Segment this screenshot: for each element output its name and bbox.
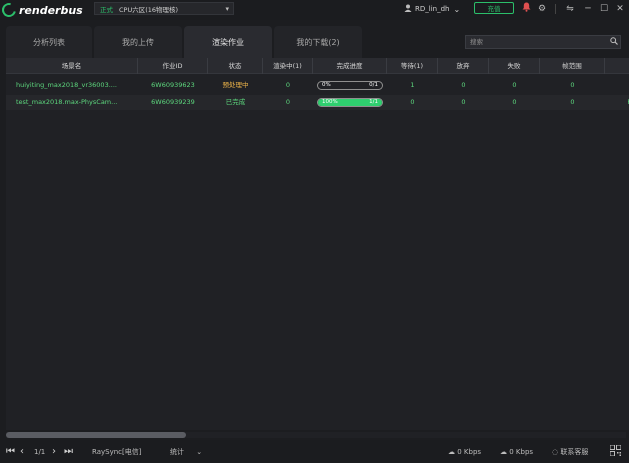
cell-rendering: 0 bbox=[285, 81, 291, 89]
tab-analysis-list[interactable]: 分析列表 bbox=[6, 26, 92, 58]
tab-bar: 分析列表 我的上传 渲染作业 我的下载(2) bbox=[0, 20, 629, 58]
cell-renderer bbox=[605, 78, 629, 93]
table-row[interactable]: test_max2018.max-PhysCam... 6W60939239 已… bbox=[6, 95, 629, 110]
user-name: RD_lin_dh bbox=[415, 5, 450, 13]
progress-bar: 100% 1/1 bbox=[317, 98, 383, 107]
column-header-abandoned[interactable]: 放弃 bbox=[438, 58, 489, 74]
tab-label: 我的上传 bbox=[122, 37, 154, 47]
render-zone-dropdown[interactable]: 正式 CPU六区(16物理核) ▾ bbox=[94, 2, 234, 15]
cell-progress: 0% 0/1 bbox=[313, 78, 387, 93]
recharge-button[interactable]: 充值 bbox=[474, 2, 514, 14]
page-indicator: 1/1 bbox=[34, 448, 46, 456]
close-icon[interactable]: ✕ bbox=[614, 2, 626, 16]
cell-frame-range: 0 bbox=[570, 98, 575, 106]
cell-waiting: 1 bbox=[410, 81, 415, 89]
horizontal-scrollbar[interactable] bbox=[6, 432, 626, 438]
cell-scene: huiyiting_max2018_vr36003.... bbox=[16, 81, 117, 89]
upload-speed-value: 0 Kbps bbox=[457, 448, 482, 456]
progress-bar: 0% 0/1 bbox=[317, 81, 383, 90]
job-table: 场景名 作业ID 状态 渲染中(1) 完成进度 等待(1) 放弃 失败 帧范围 … bbox=[6, 58, 629, 430]
search-icon[interactable] bbox=[608, 37, 620, 47]
column-header-progress[interactable]: 完成进度 bbox=[313, 58, 387, 74]
column-header-rendering[interactable]: 渲染中(1) bbox=[263, 58, 313, 74]
headset-icon: ◌ bbox=[552, 448, 559, 456]
titlebar-divider bbox=[555, 4, 556, 14]
cell-abandoned: 0 bbox=[461, 98, 466, 106]
column-header-job-id[interactable]: 作业ID bbox=[138, 58, 208, 74]
table-header: 场景名 作业ID 状态 渲染中(1) 完成进度 等待(1) 放弃 失败 帧范围 … bbox=[6, 58, 629, 74]
table-row[interactable]: huiyiting_max2018_vr36003.... 6W60939623… bbox=[6, 78, 629, 93]
first-page-icon[interactable]: ⏮ bbox=[6, 445, 15, 459]
tab-render-jobs[interactable]: 渲染作业 bbox=[184, 26, 272, 58]
column-header-renderer[interactable]: 渲 bbox=[605, 58, 629, 74]
cloud-upload-icon: ☁ bbox=[448, 448, 455, 456]
cell-frame-range: 0 bbox=[570, 81, 575, 89]
cell-progress: 100% 1/1 bbox=[313, 95, 387, 110]
transfer-line[interactable]: RaySync[电信] bbox=[92, 445, 141, 459]
cell-scene: test_max2018.max-PhysCam... bbox=[16, 98, 118, 106]
cell-status: 已完成 bbox=[225, 98, 246, 106]
download-speed-value: 0 Kbps bbox=[509, 448, 534, 456]
maximize-icon[interactable]: ☐ bbox=[598, 2, 610, 16]
column-header-waiting[interactable]: 等待(1) bbox=[387, 58, 438, 74]
cell-abandoned: 0 bbox=[461, 81, 466, 89]
contact-support[interactable]: ◌ 联系客服 bbox=[552, 445, 588, 459]
column-header-scene[interactable]: 场景名 bbox=[6, 58, 138, 74]
notification-bell-icon[interactable] bbox=[520, 2, 532, 16]
tab-my-uploads[interactable]: 我的上传 bbox=[94, 26, 182, 58]
title-bar: renderbus 正式 CPU六区(16物理核) ▾ RD_lin_dh ⌄ … bbox=[0, 0, 629, 20]
tab-label: 渲染作业 bbox=[212, 37, 244, 47]
tab-label: 分析列表 bbox=[33, 37, 65, 47]
download-speed: ☁ 0 Kbps bbox=[500, 445, 533, 459]
chevron-down-icon: ⌄ bbox=[196, 448, 203, 456]
column-header-failed[interactable]: 失败 bbox=[489, 58, 540, 74]
progress-fraction: 0/1 bbox=[369, 82, 378, 88]
cell-rendering: 0 bbox=[285, 98, 291, 106]
tab-label: 我的下载(2) bbox=[296, 37, 340, 47]
app-logo: renderbus bbox=[0, 0, 83, 20]
chevron-down-icon: ⌄ bbox=[453, 4, 461, 14]
upload-speed: ☁ 0 Kbps bbox=[448, 445, 481, 459]
scrollbar-thumb[interactable] bbox=[6, 432, 186, 438]
cell-job-id: 6W60939623 bbox=[151, 81, 195, 89]
progress-percent: 100% bbox=[322, 99, 338, 105]
cell-renderer: Phys bbox=[605, 95, 629, 110]
cell-job-id: 6W60939239 bbox=[151, 98, 195, 106]
cell-failed: 0 bbox=[512, 98, 517, 106]
cell-failed: 0 bbox=[512, 81, 517, 89]
minimize-icon[interactable]: ─ bbox=[582, 2, 594, 16]
settings-gear-icon[interactable]: ⚙ bbox=[536, 2, 548, 16]
user-menu[interactable]: RD_lin_dh ⌄ bbox=[404, 3, 460, 15]
column-header-status[interactable]: 状态 bbox=[208, 58, 263, 74]
stats-dropdown[interactable]: 统计 ⌄ bbox=[170, 445, 202, 459]
progress-fraction: 1/1 bbox=[369, 99, 378, 105]
stats-label: 统计 bbox=[170, 448, 184, 456]
next-page-icon[interactable]: › bbox=[52, 445, 56, 459]
qr-code-icon[interactable] bbox=[610, 445, 621, 456]
status-bar: ⏮ ‹ 1/1 › ⏭ RaySync[电信] 统计 ⌄ ☁ 0 Kbps ☁ … bbox=[0, 440, 629, 463]
progress-percent: 0% bbox=[322, 82, 331, 88]
chevron-down-icon: ▾ bbox=[225, 4, 229, 13]
search-input[interactable] bbox=[466, 38, 608, 46]
cell-waiting: 0 bbox=[410, 98, 415, 106]
user-avatar-icon bbox=[404, 4, 412, 14]
tab-my-downloads[interactable]: 我的下载(2) bbox=[274, 26, 362, 58]
cloud-download-icon: ☁ bbox=[500, 448, 507, 456]
theme-switch-icon[interactable]: ⇋ bbox=[564, 2, 576, 16]
cell-status: 预处理中 bbox=[222, 81, 249, 89]
column-header-frame-range[interactable]: 帧范围 bbox=[540, 58, 605, 74]
zone-label: CPU六区(16物理核) bbox=[119, 5, 179, 14]
prev-page-icon[interactable]: ‹ bbox=[20, 445, 24, 459]
search-box bbox=[465, 35, 621, 49]
support-label: 联系客服 bbox=[560, 448, 589, 456]
renderbus-logo-icon bbox=[0, 0, 19, 20]
zone-env-tag: 正式 bbox=[100, 5, 113, 14]
last-page-icon[interactable]: ⏭ bbox=[64, 445, 73, 459]
brand-name: renderbus bbox=[19, 3, 83, 17]
